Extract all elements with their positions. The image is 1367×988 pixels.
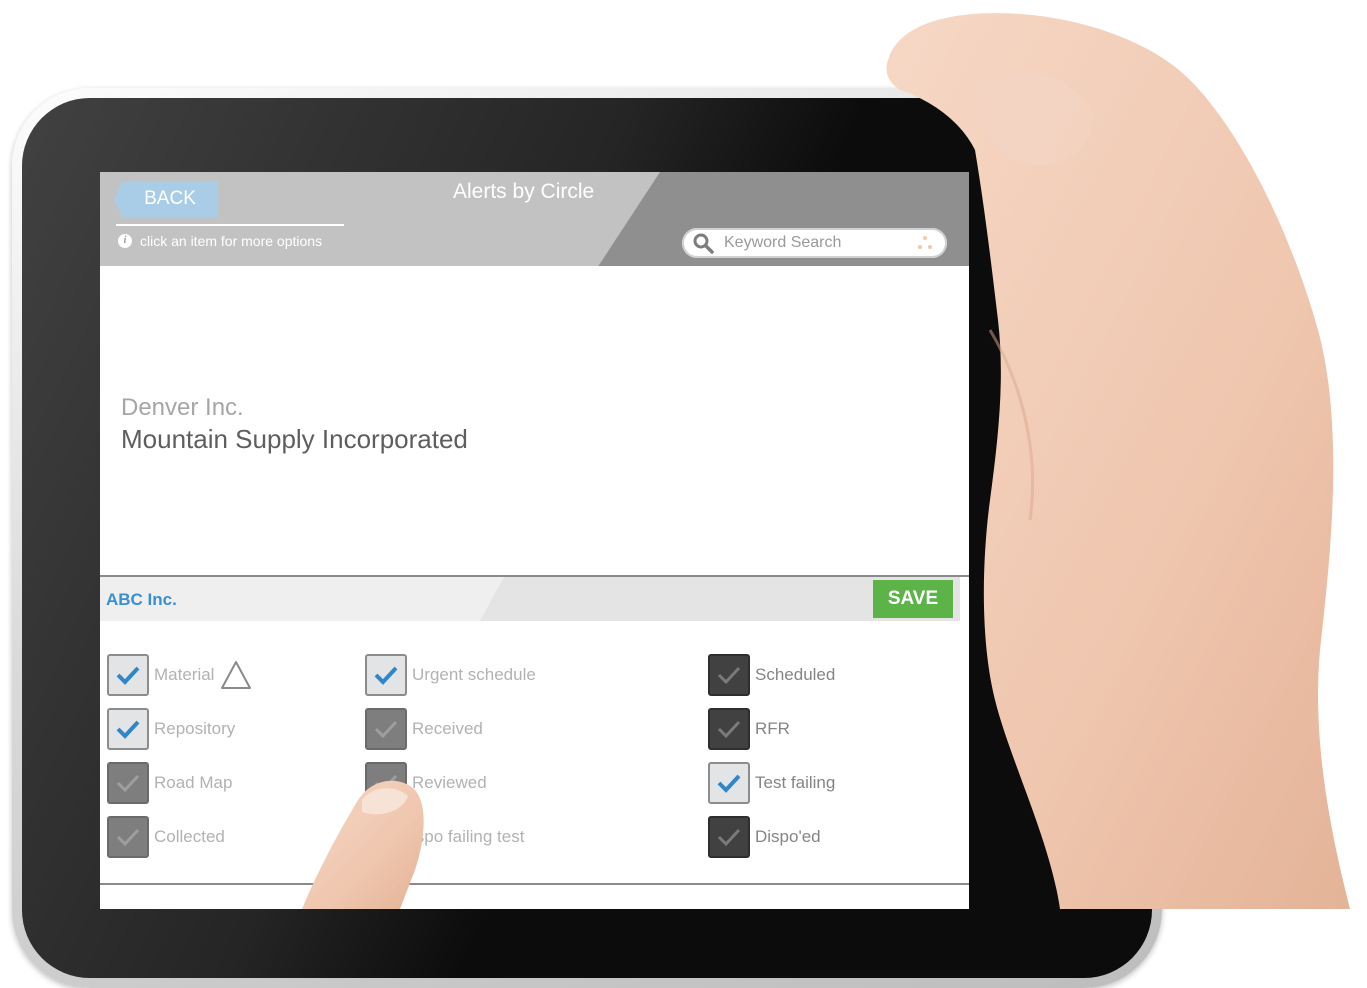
option-label: Reviewed [412,773,487,792]
option-item[interactable]: Material [107,653,253,697]
search-icon [693,233,714,254]
checkbox[interactable] [365,762,407,804]
option-label: Repository [154,719,236,738]
checkbox[interactable] [708,708,750,750]
hint-text: click an item for more options [140,233,323,249]
option-item[interactable]: Reviewed [365,761,487,805]
page-title: Alerts by Circle [453,180,595,203]
option-label: RFR [755,719,790,738]
option-item[interactable]: Dispo'ed [708,815,821,859]
checkmark-icon [374,720,398,739]
checkmark-icon [374,774,398,793]
checkbox[interactable] [107,762,149,804]
option-item[interactable]: Repository [107,707,235,751]
option-item[interactable]: Road Map [107,761,232,805]
checkmark-icon [116,774,140,793]
hint: i click an item for more options [118,233,322,249]
checkmark-icon [116,720,140,739]
panel-header: ABC Inc. SAVE [100,577,960,621]
option-item[interactable]: Collected [107,815,225,859]
checkmark-icon [717,774,741,793]
option-item[interactable]: ispo failing test [365,815,524,859]
option-label: Urgent schedule [412,665,536,684]
checkbox[interactable] [107,654,149,696]
checkmark-icon [116,666,140,685]
loading-icon [918,236,932,249]
option-label: Scheduled [755,665,836,684]
option-label: Material [154,665,215,684]
checkbox[interactable] [107,708,149,750]
option-label: Dispo'ed [755,827,821,846]
info-icon: i [118,234,132,248]
checkbox[interactable] [107,816,149,858]
option-item[interactable]: Urgent schedule [365,653,536,697]
option-label: Test failing [755,773,836,792]
app-screen: BACK i click an item for more options Al… [100,172,969,909]
option-label: Road Map [154,773,233,792]
search-box[interactable] [682,228,947,258]
app-header: BACK i click an item for more options Al… [100,172,969,266]
warning-triangle-icon [221,661,252,689]
checkbox[interactable] [708,654,750,696]
checkmark-icon [116,828,140,847]
checkmark-icon [374,666,398,685]
search-input[interactable] [724,231,904,255]
checkbox[interactable] [708,762,750,804]
company-sub-name: Denver Inc. [121,394,244,421]
checkmark-icon [717,666,741,685]
checkbox[interactable] [365,654,407,696]
checkbox[interactable] [365,816,407,858]
option-label: ispo failing test [412,827,525,846]
option-label: Received [412,719,483,738]
checkbox[interactable] [708,816,750,858]
option-item[interactable]: RFR [708,707,790,751]
back-button[interactable]: BACK [114,181,218,217]
checkmark-icon [717,720,741,739]
options-panel: ABC Inc. SAVE Material Repository Road M… [100,575,969,885]
save-button[interactable]: SAVE [873,580,953,618]
header-divider [116,224,344,226]
checkbox[interactable] [365,708,407,750]
option-label: Collected [154,827,225,846]
option-item[interactable]: Scheduled [708,653,835,697]
checkmark-icon [717,828,741,847]
checkmark-icon [374,828,398,847]
option-item[interactable]: Received [365,707,483,751]
option-item[interactable]: Test failing [708,761,835,805]
panel-company-name: ABC Inc. [106,590,177,609]
company-name[interactable]: Mountain Supply Incorporated [121,424,468,455]
